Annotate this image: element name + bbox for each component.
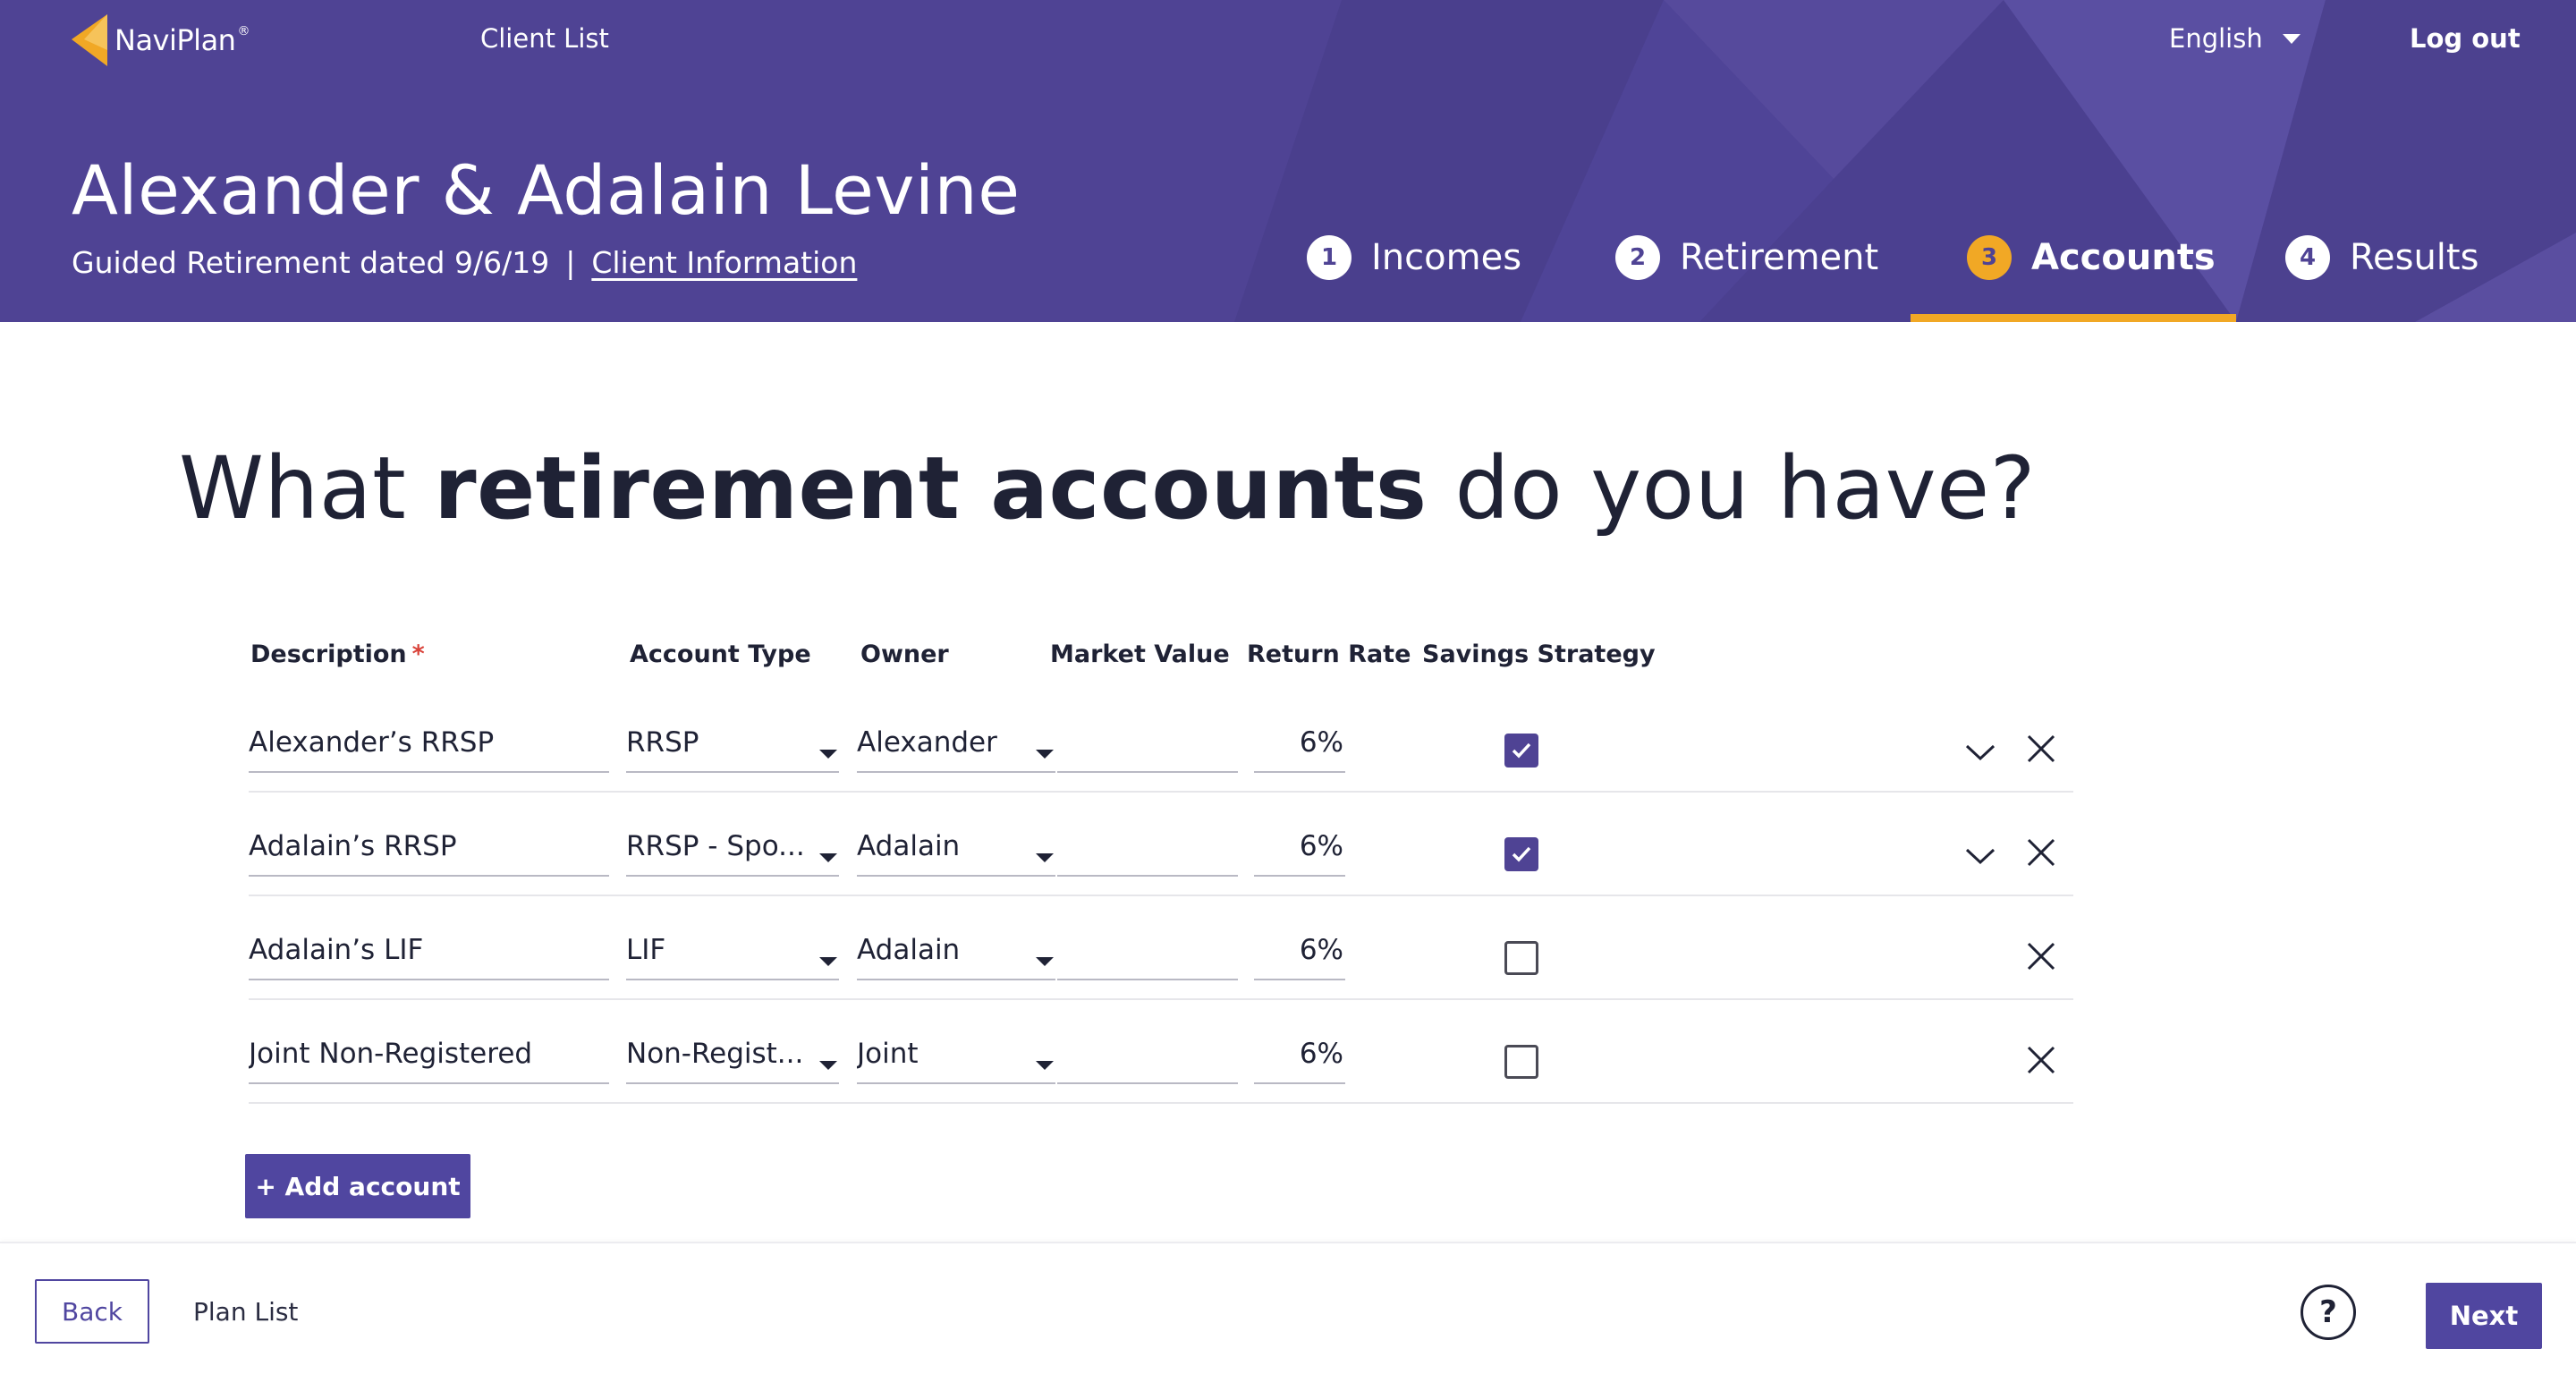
savings-strategy-checkbox[interactable]: [1504, 941, 1538, 975]
return-rate-input[interactable]: 6%: [1254, 825, 1345, 877]
caret-down-icon: [1036, 957, 1054, 966]
account-row: Joint Non-Registered Non-Regist... Joint…: [249, 1000, 2073, 1104]
step-number-badge: 2: [1615, 235, 1660, 280]
page-question-heading: What retirement accounts do you have?: [179, 438, 2036, 539]
market-value-input[interactable]: [1057, 929, 1238, 980]
active-step-indicator: [1911, 314, 2236, 322]
step-number-badge: 4: [2285, 235, 2330, 280]
market-value-input[interactable]: [1057, 721, 1238, 773]
step-accounts[interactable]: 3 Accounts: [1967, 231, 2216, 284]
required-asterisk: *: [411, 640, 425, 668]
caret-down-icon: [2282, 33, 2301, 44]
chevron-down-icon[interactable]: [1964, 843, 1996, 868]
caret-down-icon: [819, 1061, 837, 1070]
app-header: NaviPlan ® Client List English Log out A…: [0, 0, 2576, 322]
account-type-select[interactable]: RRSP: [626, 721, 839, 773]
wizard-steps: 1 Incomes 2 Retirement 3 Accounts 4 Resu…: [0, 231, 2576, 284]
step-retirement[interactable]: 2 Retirement: [1615, 231, 1878, 284]
language-selector[interactable]: English: [2169, 23, 2301, 54]
market-value-input[interactable]: [1057, 1032, 1238, 1084]
column-header-market-value: Market Value: [1050, 640, 1230, 668]
return-rate-input[interactable]: 6%: [1254, 1032, 1345, 1084]
next-button[interactable]: Next: [2426, 1283, 2542, 1349]
savings-strategy-checkbox[interactable]: [1504, 1045, 1538, 1079]
account-type-select[interactable]: Non-Regist...: [626, 1032, 839, 1084]
nav-client-list-link[interactable]: Client List: [480, 23, 609, 54]
close-icon[interactable]: [2026, 941, 2056, 971]
logo-registered-mark: ®: [237, 24, 250, 38]
caret-down-icon: [819, 750, 837, 759]
language-label: English: [2169, 23, 2263, 54]
logout-link[interactable]: Log out: [2410, 23, 2521, 54]
add-account-button[interactable]: + Add account: [245, 1154, 470, 1218]
step-number-badge: 1: [1307, 235, 1352, 280]
logo-mark-icon: [72, 14, 107, 66]
account-row: Alexander’s RRSP RRSP Alexander 6%: [249, 689, 2073, 793]
plan-list-link[interactable]: Plan List: [193, 1297, 298, 1327]
step-label: Incomes: [1371, 237, 1522, 278]
market-value-input[interactable]: [1057, 825, 1238, 877]
account-type-select[interactable]: RRSP - Spo...: [626, 825, 839, 877]
return-rate-input[interactable]: 6%: [1254, 929, 1345, 980]
column-header-description: Description *: [250, 640, 425, 668]
return-rate-input[interactable]: 6%: [1254, 721, 1345, 773]
question-prefix: What: [179, 438, 435, 539]
step-number-badge: 3: [1967, 235, 2012, 280]
caret-down-icon: [1036, 750, 1054, 759]
checkmark-icon: [1512, 742, 1531, 759]
back-button[interactable]: Back: [35, 1279, 149, 1344]
caret-down-icon: [1036, 853, 1054, 862]
savings-strategy-checkbox[interactable]: [1504, 837, 1538, 871]
client-name-title: Alexander & Adalain Levine: [72, 150, 1021, 230]
question-emphasis: retirement accounts: [434, 438, 1428, 539]
step-label: Results: [2350, 237, 2479, 278]
owner-select[interactable]: Adalain: [857, 825, 1055, 877]
row-divider: [249, 1102, 2073, 1104]
column-header-return-rate: Return Rate: [1247, 640, 1411, 668]
description-input[interactable]: Joint Non-Registered: [249, 1032, 609, 1084]
help-icon[interactable]: ?: [2301, 1285, 2356, 1340]
account-row: Adalain’s LIF LIF Adalain 6%: [249, 896, 2073, 1000]
close-icon[interactable]: [2026, 1045, 2056, 1075]
description-input[interactable]: Alexander’s RRSP: [249, 721, 609, 773]
owner-select[interactable]: Joint: [857, 1032, 1055, 1084]
owner-select[interactable]: Adalain: [857, 929, 1055, 980]
owner-select[interactable]: Alexander: [857, 721, 1055, 773]
account-type-select[interactable]: LIF: [626, 929, 839, 980]
checkmark-icon: [1512, 846, 1531, 862]
step-incomes[interactable]: 1 Incomes: [1307, 231, 1521, 284]
description-input[interactable]: Adalain’s LIF: [249, 929, 609, 980]
step-label: Accounts: [2031, 237, 2216, 278]
column-header-savings-strategy: Savings Strategy: [1422, 640, 1656, 668]
step-results[interactable]: 4 Results: [2285, 231, 2479, 284]
step-label: Retirement: [1680, 237, 1879, 278]
header-label: Description: [250, 640, 407, 668]
savings-strategy-checkbox[interactable]: [1504, 734, 1538, 768]
caret-down-icon: [819, 853, 837, 862]
caret-down-icon: [819, 957, 837, 966]
close-icon[interactable]: [2026, 837, 2056, 868]
description-input[interactable]: Adalain’s RRSP: [249, 825, 609, 877]
column-header-account-type: Account Type: [630, 640, 811, 668]
close-icon[interactable]: [2026, 734, 2056, 764]
logo-text: NaviPlan: [114, 23, 236, 57]
naviplan-logo[interactable]: NaviPlan ®: [72, 14, 250, 66]
footer-divider: [0, 1242, 2576, 1243]
account-row: Adalain’s RRSP RRSP - Spo... Adalain 6%: [249, 793, 2073, 896]
chevron-down-icon[interactable]: [1964, 739, 1996, 764]
column-header-owner: Owner: [860, 640, 949, 668]
question-suffix: do you have?: [1427, 438, 2037, 539]
caret-down-icon: [1036, 1061, 1054, 1070]
